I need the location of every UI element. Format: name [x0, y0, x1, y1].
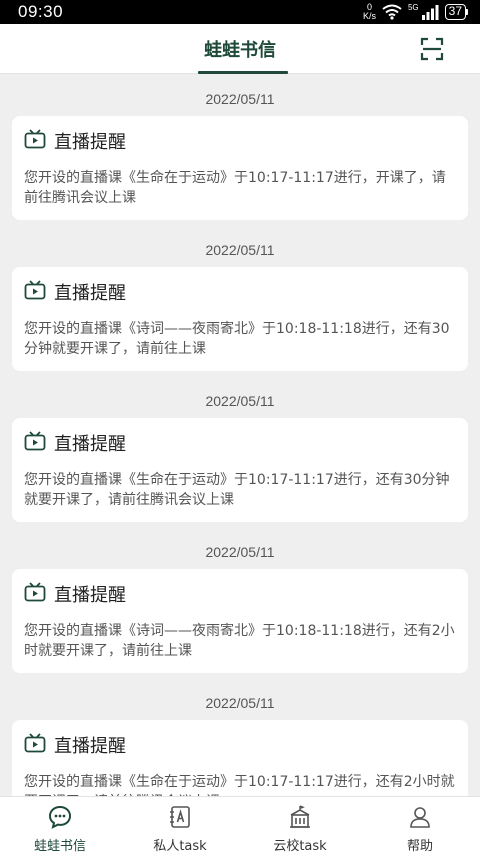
- top-header: 蛙蛙书信: [0, 24, 480, 74]
- notification-card[interactable]: 直播提醒 您开设的直播课《生命在于运动》于10:17-11:17进行，开课了，请…: [12, 116, 468, 220]
- nav-label: 云校task: [273, 839, 327, 853]
- notification-title: 直播提醒: [54, 736, 126, 757]
- notification-card[interactable]: 直播提醒 您开设的直播课《诗词——夜雨寄北》于10:18-11:18进行，还有2…: [12, 569, 468, 673]
- notification-body: 您开设的直播课《生命在于运动》于10:17-11:17进行，开课了，请前往腾讯会…: [24, 170, 446, 206]
- battery-icon: 37: [444, 4, 468, 20]
- notification-body: 您开设的直播课《诗词——夜雨寄北》于10:18-11:18进行，还有2小时就要开…: [24, 623, 455, 659]
- help-person-icon: [410, 807, 430, 828]
- school-building-icon: [290, 805, 310, 828]
- notification-list[interactable]: 2022/05/11 直播提醒 您开设的直播课《生命在于运动》于10:17-11…: [0, 75, 480, 796]
- live-tv-icon: [24, 280, 46, 300]
- notification-card[interactable]: 直播提醒 您开设的直播课《生命在于运动》于10:17-11:17进行，还有2小时…: [12, 720, 468, 796]
- wifi-icon: [382, 4, 402, 20]
- nav-item-help[interactable]: 帮助: [360, 797, 480, 853]
- battery-tip: [466, 9, 468, 15]
- title-underline: [198, 71, 288, 74]
- live-tv-icon: [24, 733, 46, 753]
- notification-title: 直播提醒: [54, 434, 126, 455]
- live-tv-icon: [24, 582, 46, 602]
- status-time: 09:30: [18, 2, 64, 21]
- scan-icon: [420, 37, 444, 61]
- nav-item-private-task[interactable]: 私人task: [120, 797, 240, 853]
- notification-body: 您开设的直播课《诗词——夜雨寄北》于10:18-11:18进行，还有30分钟就要…: [24, 321, 450, 357]
- net-speed: 0 K/s: [363, 3, 376, 21]
- nav-item-letters[interactable]: 蛙蛙书信: [0, 797, 120, 853]
- contact-book-icon: [170, 806, 190, 828]
- bottom-nav: 蛙蛙书信 私人task 云校task 帮助: [0, 796, 480, 853]
- page-title[interactable]: 蛙蛙书信: [0, 36, 480, 62]
- live-tv-icon: [24, 129, 46, 149]
- notification-title: 直播提醒: [54, 585, 126, 606]
- notification-title: 直播提醒: [54, 132, 126, 153]
- notification-title: 直播提醒: [54, 283, 126, 304]
- notification-body: 您开设的直播课《生命在于运动》于10:17-11:17进行，还有30分钟就要开课…: [24, 472, 450, 508]
- nav-label: 帮助: [406, 839, 433, 853]
- notification-date: 2022/05/11: [205, 695, 275, 711]
- notification-date: 2022/05/11: [205, 91, 275, 107]
- battery-level: 37: [444, 4, 466, 20]
- live-tv-icon: [24, 431, 46, 451]
- net-speed-unit: K/s: [362, 11, 376, 21]
- notification-date: 2022/05/11: [205, 393, 275, 409]
- nav-label: 蛙蛙书信: [33, 839, 86, 853]
- signal-label: 5G: [407, 2, 419, 12]
- status-indicators: 0 K/s 5G 37: [363, 2, 468, 22]
- notification-body: 您开设的直播课《生命在于运动》于10:17-11:17进行，还有2小时就要开课了…: [24, 774, 455, 796]
- notification-card[interactable]: 直播提醒 您开设的直播课《生命在于运动》于10:17-11:17进行，还有30分…: [12, 418, 468, 522]
- scan-button[interactable]: [420, 37, 444, 61]
- chat-bubble-icon: [48, 805, 72, 829]
- notification-date: 2022/05/11: [205, 242, 275, 258]
- notification-date: 2022/05/11: [205, 544, 275, 560]
- nav-item-school-task[interactable]: 云校task: [240, 797, 360, 853]
- notification-card[interactable]: 直播提醒 您开设的直播课《诗词——夜雨寄北》于10:18-11:18进行，还有3…: [12, 267, 468, 371]
- status-bar: 09:30 0 K/s 5G 37: [0, 0, 480, 24]
- nav-label: 私人task: [153, 839, 207, 853]
- signal-icon: [421, 4, 439, 20]
